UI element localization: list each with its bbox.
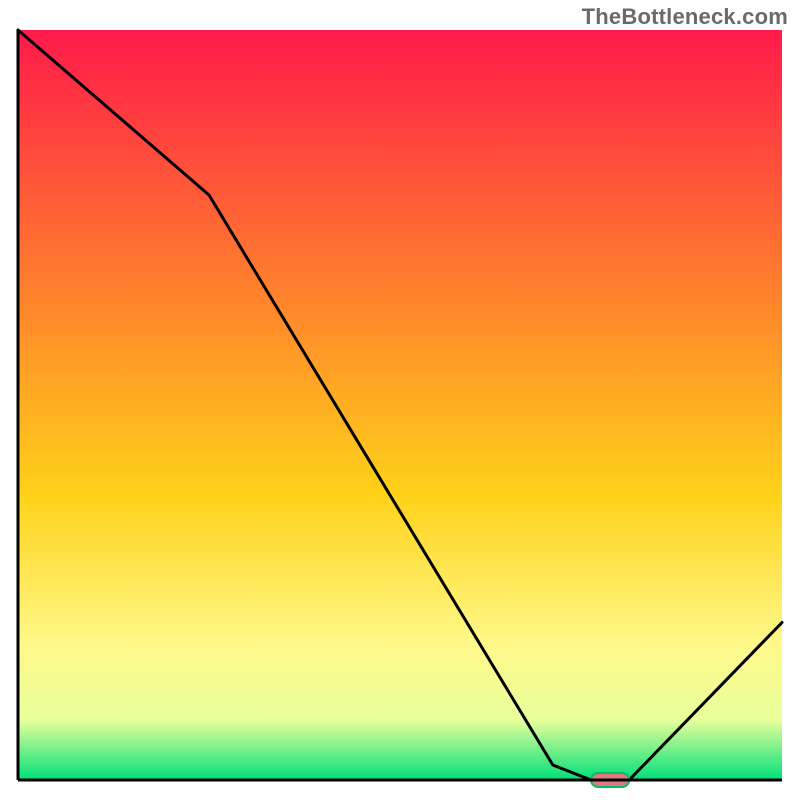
bottleneck-chart <box>0 0 800 800</box>
chart-container: { "watermark": "TheBottleneck.com", "col… <box>0 0 800 800</box>
watermark-text: TheBottleneck.com <box>582 4 788 30</box>
plot-area <box>18 30 782 787</box>
